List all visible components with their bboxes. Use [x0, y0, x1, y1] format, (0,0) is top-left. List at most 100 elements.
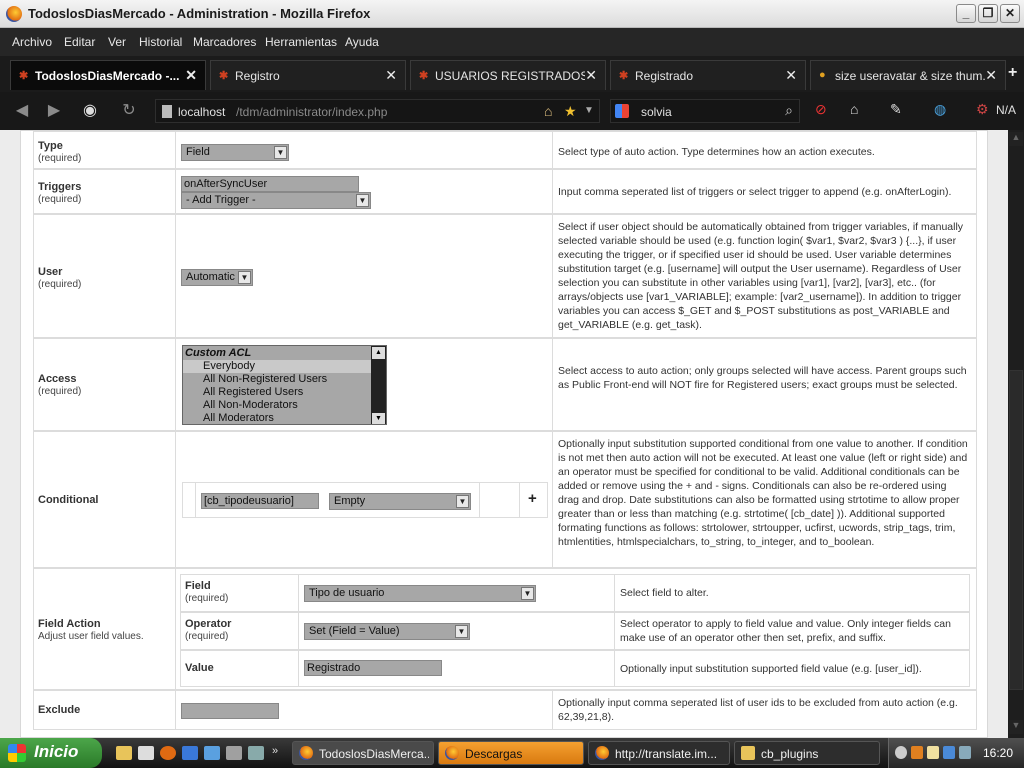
access-option-registered[interactable]: All Registered Users	[183, 386, 373, 399]
scroll-down-icon[interactable]: ▼	[1009, 720, 1023, 734]
bookmark-star-icon[interactable]: ★	[564, 103, 577, 120]
app-icon[interactable]	[226, 746, 242, 760]
network-icon[interactable]: ⚙	[976, 101, 989, 118]
reload-icon[interactable]: ↻	[117, 100, 141, 122]
url-bar[interactable]: localhost /tdm/administrator/index.php ⌂…	[155, 99, 600, 123]
close-tab-icon[interactable]: ✕	[385, 67, 397, 84]
user-label: User	[38, 266, 63, 278]
tools-icon[interactable]: ✎	[890, 101, 902, 118]
access-option-non-registered[interactable]: All Non-Registered Users	[183, 373, 373, 386]
add-conditional-button[interactable]: +	[528, 490, 537, 507]
ie-icon[interactable]	[204, 746, 220, 760]
field-select[interactable]: Tipo de usuario ▼	[304, 585, 536, 602]
more-quicklaunch-icon[interactable]: »	[272, 745, 278, 757]
scroll-up-icon[interactable]: ▲	[372, 347, 385, 359]
chevron-down-icon[interactable]: ▼	[584, 105, 594, 116]
firefox-icon[interactable]	[160, 746, 176, 760]
chevron-down-icon[interactable]: ▼	[521, 587, 534, 600]
type-select[interactable]: Field ▼	[181, 144, 289, 161]
access-option-non-moderators[interactable]: All Non-Moderators	[183, 399, 373, 412]
home-icon[interactable]: ⌂	[850, 101, 858, 117]
chevron-down-icon[interactable]: ▼	[238, 271, 251, 284]
auto-action-form: Type (required) Field ▼ Select type of a…	[20, 130, 988, 738]
explorer-icon[interactable]	[182, 746, 198, 760]
exclude-input[interactable]	[181, 703, 279, 719]
operator-label: Operator	[185, 618, 232, 630]
tab-size-useravatar[interactable]: ● size useravatar & size thum... ✕	[810, 60, 1006, 90]
tab-todoslosdiasmercado[interactable]: ✱ TodoslosDiasMercado -... ✕	[10, 60, 206, 90]
forward-arrow-icon[interactable]: ▶	[42, 100, 66, 122]
tray-app-icon[interactable]	[911, 746, 923, 759]
menu-ayuda[interactable]: Ayuda	[345, 35, 379, 49]
close-tab-icon[interactable]: ✕	[585, 67, 597, 84]
tab-registrado[interactable]: ✱ Registrado ✕	[610, 60, 806, 90]
conditional-field-input[interactable]: [cb_tipodeusuario]	[201, 493, 319, 509]
page-scrollbar[interactable]: ▲ ▼	[1008, 130, 1024, 738]
search-input[interactable]: solvia	[641, 105, 672, 119]
network-tray-icon[interactable]	[943, 746, 955, 759]
start-label: Inicio	[34, 742, 79, 761]
access-option-group: Custom ACL	[185, 347, 252, 359]
menu-herramientas[interactable]: Herramientas	[265, 35, 337, 49]
conditional-operator-select[interactable]: Empty ▼	[329, 493, 471, 510]
menu-marcadores[interactable]: Marcadores	[193, 35, 256, 49]
add-trigger-select[interactable]: - Add Trigger - ▼	[181, 192, 371, 209]
value-input-value: Registrado	[307, 662, 361, 674]
start-button[interactable]: Inicio	[0, 738, 102, 768]
google-engine-icon[interactable]	[615, 104, 629, 118]
site-home-icon[interactable]: ⌂	[544, 103, 552, 119]
scrollbar-thumb[interactable]	[1009, 370, 1023, 690]
access-listbox[interactable]: Custom ACL Everybody All Non-Registered …	[182, 345, 387, 425]
triggers-input[interactable]: onAfterSyncUser	[181, 176, 359, 192]
new-tab-icon[interactable]: +	[1008, 64, 1017, 82]
tab-strip: ✱ TodoslosDiasMercado -... ✕ ✱ Registro …	[0, 56, 1024, 92]
minimize-button[interactable]: _	[956, 4, 976, 23]
taskbar-firefox-window[interactable]: TodoslosDiasMerca...	[292, 741, 434, 765]
menu-archivo[interactable]: Archivo	[12, 35, 52, 49]
access-label: Access	[38, 373, 77, 385]
volume-tray-icon[interactable]	[959, 746, 971, 759]
operator-select[interactable]: Set (Field = Value) ▼	[304, 623, 470, 640]
search-icon[interactable]: ⌕	[785, 102, 793, 119]
value-input[interactable]: Registrado	[304, 660, 442, 676]
navigation-bar: ◀ ▶ ◉ ↻ localhost /tdm/administrator/ind…	[0, 92, 1024, 130]
scroll-up-icon[interactable]: ▲	[1009, 132, 1023, 146]
chevron-down-icon[interactable]: ▼	[274, 146, 287, 159]
access-option-everybody[interactable]: Everybody	[183, 360, 373, 373]
stop-icon[interactable]: ⊘	[815, 101, 827, 118]
folder-icon[interactable]	[116, 746, 132, 760]
chevron-down-icon[interactable]: ▼	[356, 194, 369, 207]
close-tab-icon[interactable]: ✕	[985, 67, 997, 84]
close-tab-icon[interactable]: ✕	[785, 67, 797, 84]
access-option-moderators[interactable]: All Moderators	[183, 412, 373, 424]
user-row: User (required) Automatic ▼ Select if us…	[33, 214, 977, 338]
eye-icon[interactable]: ◉	[78, 100, 102, 122]
menu-historial[interactable]: Historial	[139, 35, 182, 49]
tray-app-icon[interactable]	[927, 746, 939, 759]
tab-usuarios-registrados[interactable]: ✱ USUARIOS REGISTRADOS (... ✕	[410, 60, 606, 90]
taskbar-descargas[interactable]: Descargas	[438, 741, 584, 765]
chevron-down-icon[interactable]: ▼	[455, 625, 468, 638]
globe-icon[interactable]: ◍	[934, 101, 946, 118]
chevron-down-icon[interactable]: ▼	[456, 495, 469, 508]
tab-label: TodoslosDiasMercado -...	[35, 69, 180, 83]
operator-required: (required)	[185, 631, 229, 642]
close-tab-icon[interactable]: ✕	[185, 67, 197, 84]
menu-ver[interactable]: Ver	[108, 35, 126, 49]
exclude-label: Exclude	[38, 704, 81, 716]
back-arrow-icon[interactable]: ◀	[10, 100, 34, 122]
search-box[interactable]: solvia ⌕	[610, 99, 800, 123]
close-window-button[interactable]: ✕	[1000, 4, 1020, 23]
add-trigger-value: - Add Trigger -	[186, 194, 256, 206]
taskbar-translate[interactable]: http://translate.im...	[588, 741, 730, 765]
user-select[interactable]: Automatic ▼	[181, 269, 253, 286]
tray-expand-icon[interactable]	[895, 746, 907, 759]
menu-editar[interactable]: Editar	[64, 35, 95, 49]
taskbar-cb-plugins[interactable]: cb_plugins	[734, 741, 880, 765]
notepad-icon[interactable]	[138, 746, 154, 760]
app-icon[interactable]	[248, 746, 264, 760]
tab-registro[interactable]: ✱ Registro ✕	[210, 60, 406, 90]
access-listbox-scrollbar[interactable]: ▲ ▼	[371, 346, 386, 424]
maximize-button[interactable]: ❐	[978, 4, 998, 23]
scroll-down-icon[interactable]: ▼	[372, 413, 385, 424]
